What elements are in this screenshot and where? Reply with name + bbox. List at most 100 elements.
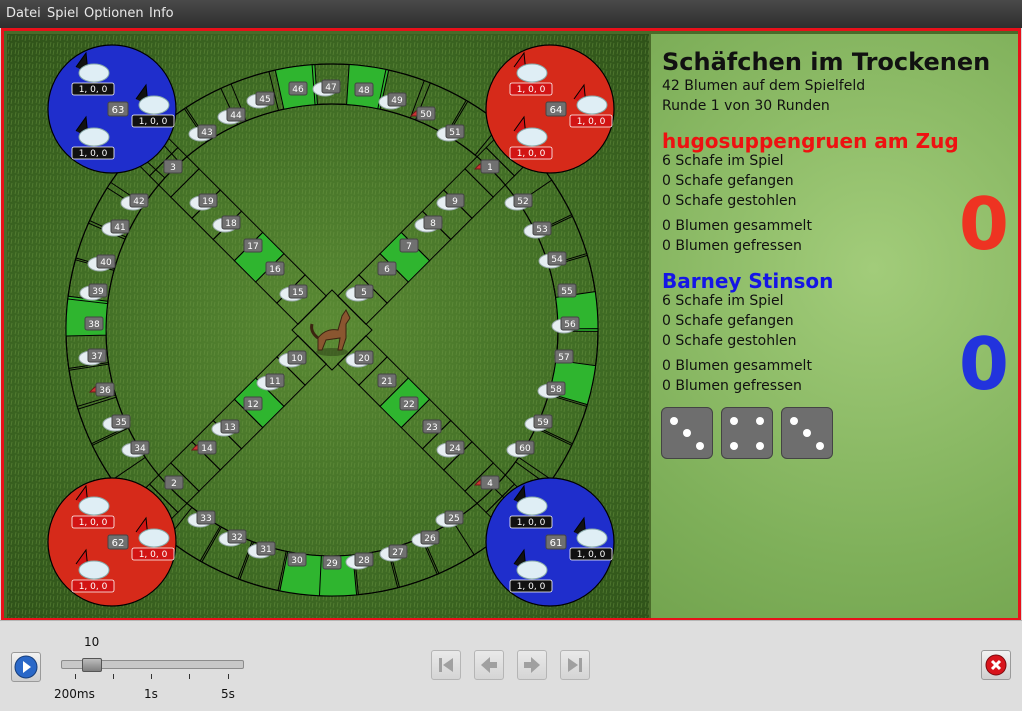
field-label: 25 [448,514,459,524]
field-label: 36 [99,386,111,396]
arrow-left-icon [481,657,497,673]
die-pip [790,417,798,425]
field-label: 26 [424,534,436,544]
menu-optionen[interactable]: Optionen [84,6,144,21]
sheep-tag: 1, 0, 0 [577,550,606,560]
sheep-tag: 1, 0, 0 [517,518,546,528]
die-pip [730,417,738,425]
base-sheep[interactable] [138,95,170,115]
die-1[interactable] [661,407,713,459]
base-sheep[interactable] [576,95,608,115]
player2-stat-eaten: 0 Blumen gefressen [662,378,802,394]
field-label: 40 [100,258,112,268]
base-sheep[interactable] [78,496,110,516]
die-pip [816,442,824,450]
sheep-tag: 1, 0, 0 [79,518,108,528]
first-move-button[interactable] [431,650,461,680]
base-sheep[interactable] [516,560,548,580]
base-label-62: 62 [112,538,125,549]
base-sheep[interactable] [78,63,110,83]
field-label: 30 [291,556,303,566]
sheep-tag: 1, 0, 0 [139,117,168,127]
field-label: 35 [115,418,126,428]
menu-info[interactable]: Info [149,6,174,21]
player2-stat-collected: 0 Blumen gesammelt [662,358,812,374]
field-label: 48 [358,86,370,96]
base-sheep[interactable] [78,560,110,580]
field-label: 31 [260,545,271,555]
field-label: 22 [403,400,414,410]
tick-label-1s: 1s [144,687,158,701]
next-move-button[interactable] [517,650,547,680]
field-label: 46 [292,85,304,95]
player2-stat-caught: 0 Schafe gefangen [662,313,794,329]
field-label: 14 [201,444,213,454]
arrow-right-icon [524,657,540,673]
speed-slider-thumb[interactable] [82,658,102,672]
field-label: 17 [247,242,258,252]
game-title: Schäfchen im Trockenen [662,48,991,76]
die-2[interactable] [721,407,773,459]
field-label: 23 [426,423,437,433]
player1-stat-eaten: 0 Blumen gefressen [662,238,802,254]
die-pip [670,417,678,425]
sheep-tag: 1, 0, 0 [517,582,546,592]
field-label: 57 [558,353,569,363]
sheep-tag: 1, 0, 0 [139,550,168,560]
field-label: 53 [536,225,547,235]
field-label: 51 [449,128,460,138]
play-button[interactable] [11,652,41,682]
base-label-64: 64 [550,105,563,116]
field-label: 12 [247,400,258,410]
player1-score: 0 [958,182,1009,266]
player2-stat-sheep: 6 Schafe im Spiel [662,293,784,309]
field-label: 41 [114,223,125,233]
field-label: 7 [406,242,412,252]
menu-spiel[interactable]: Spiel [47,6,79,21]
base-sheep[interactable] [516,496,548,516]
base-sheep[interactable] [138,528,170,548]
die-pip [696,442,704,450]
player2-name: Barney Stinson [662,269,834,293]
close-button[interactable] [981,650,1011,680]
previous-move-button[interactable] [474,650,504,680]
field-label: 45 [259,95,270,105]
field-label: 44 [230,111,242,121]
field-label: 38 [88,320,100,330]
base-sheep[interactable] [516,63,548,83]
menu-bar: Datei Spiel Optionen Info [0,0,1022,28]
base-sheep[interactable] [516,127,548,147]
field-label: 37 [91,352,102,362]
base-label-63: 63 [112,105,125,116]
speed-slider[interactable] [61,658,244,672]
field-label: 24 [449,444,461,454]
player2-stat-stolen: 0 Schafe gestohlen [662,333,797,349]
base-sheep[interactable] [78,127,110,147]
last-move-button[interactable] [560,650,590,680]
sheep-tag: 1, 0, 0 [79,149,108,159]
field-label: 18 [225,219,237,229]
flowers-info: 42 Blumen auf dem Spielfeld [662,78,866,94]
sheep-tag: 1, 0, 0 [79,85,108,95]
game-board[interactable]: 631, 0, 01, 0, 01, 0, 0641, 0, 01, 0, 01… [7,34,649,620]
die-pip [756,442,764,450]
field-label: 27 [392,548,403,558]
field-label: 8 [430,219,436,229]
player1-stat-caught: 0 Schafe gefangen [662,173,794,189]
field-label: 3 [170,163,176,173]
skip-forward-icon [568,658,582,672]
field-label: 28 [358,556,370,566]
field-label: 49 [391,96,403,106]
die-pip [803,429,811,437]
menu-datei[interactable]: Datei [6,6,41,21]
base-sheep[interactable] [576,528,608,548]
play-icon [14,655,38,679]
control-bar: 10 200ms 1s 5s [0,620,1022,711]
field-label: 59 [537,418,549,428]
field-label: 20 [358,354,370,364]
field-label: 6 [384,265,390,275]
field-label: 42 [133,197,144,207]
die-3[interactable] [781,407,833,459]
field-label: 52 [517,197,528,207]
die-pip [683,429,691,437]
